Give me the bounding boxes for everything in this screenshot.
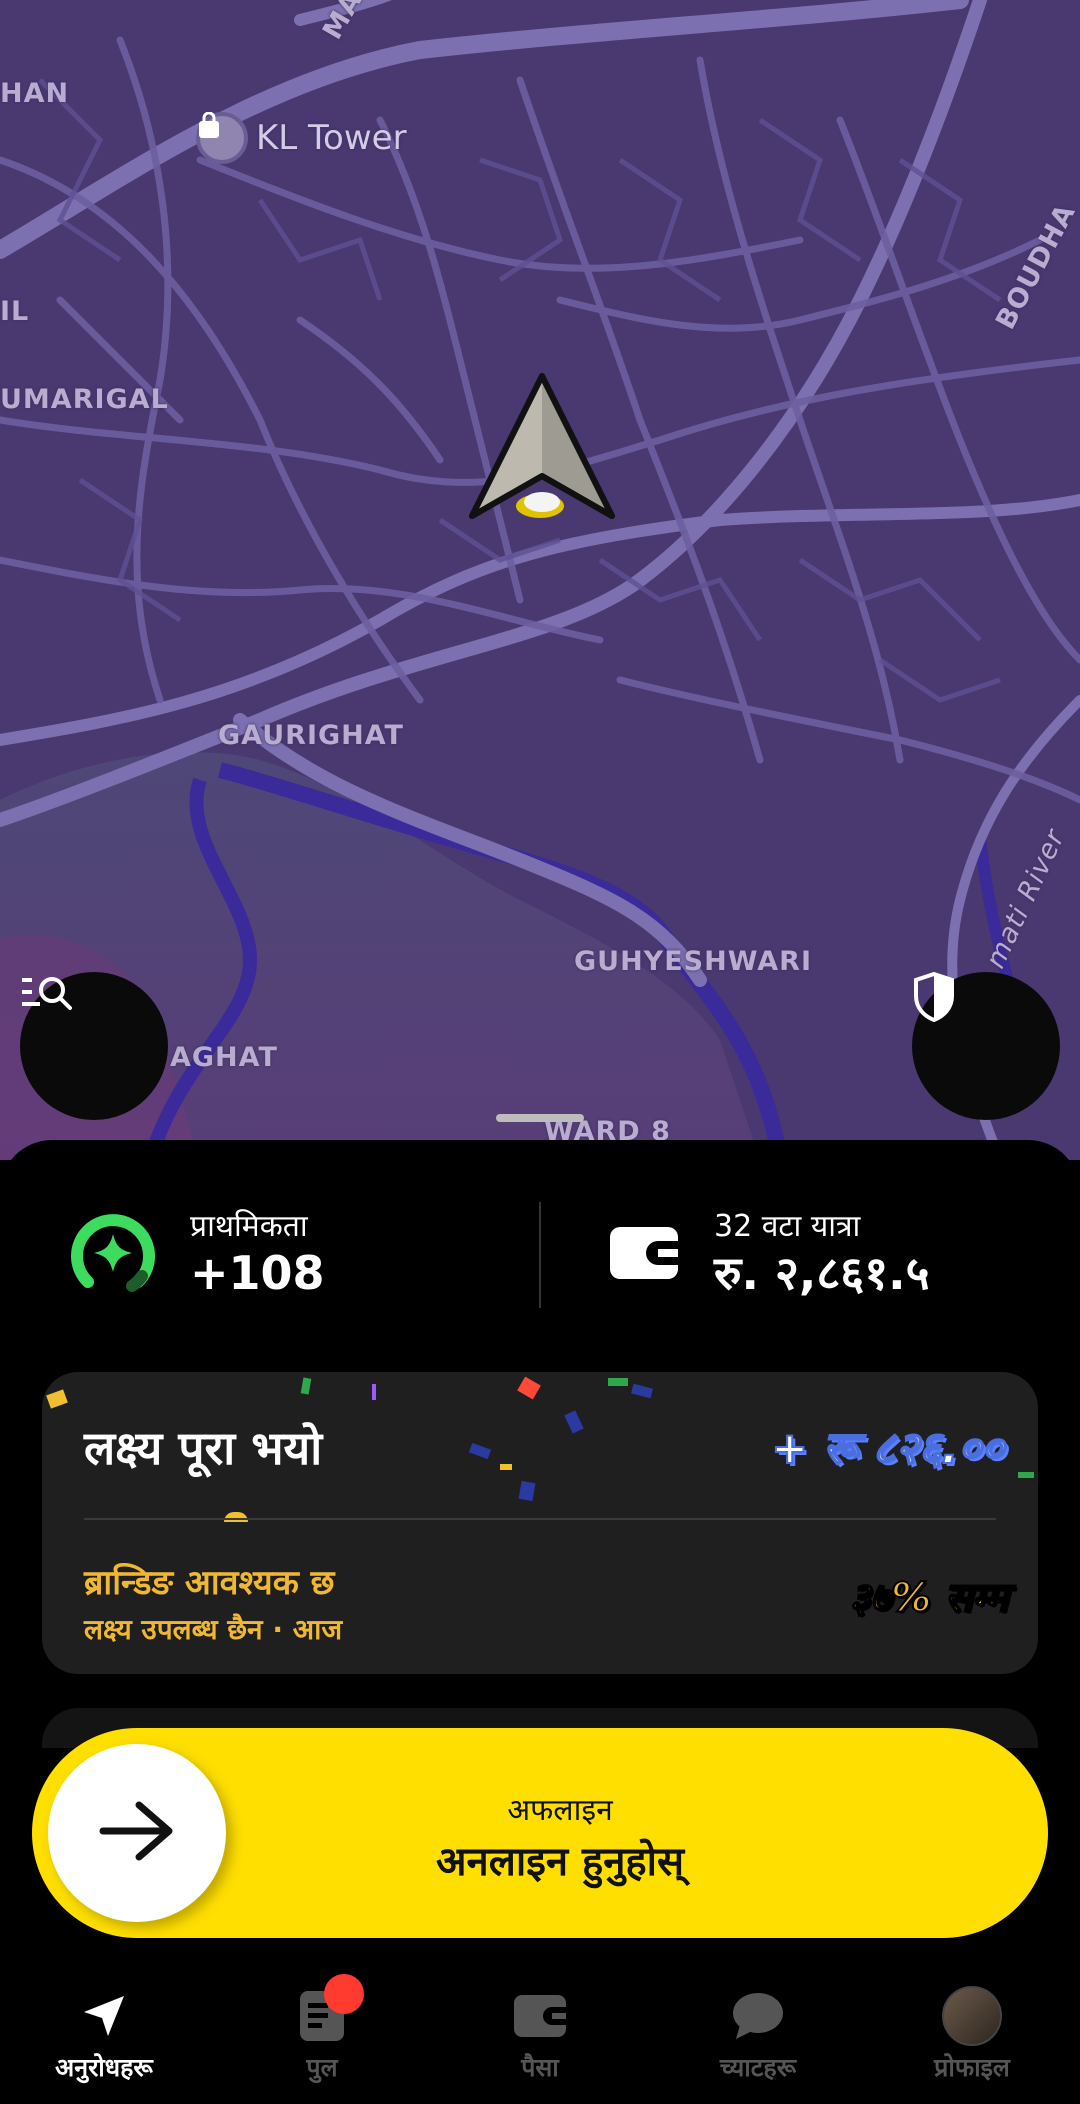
confetti	[631, 1383, 653, 1399]
priority-stat[interactable]: प्राथमिकता +108	[70, 1200, 325, 1310]
goal-card[interactable]: लक्ष्य पूरा भयो + रू ८२६.०० ब्रान्डिङ आव…	[42, 1372, 1038, 1674]
map-label-aghat: AGHAT	[170, 1042, 278, 1073]
chat-bubble-icon	[728, 1986, 788, 2046]
sheet-drag-handle[interactable]	[496, 1114, 584, 1122]
map-label-umarigal: UMARIGAL	[0, 384, 169, 415]
nav-label-profile: प्रोफाइल	[934, 2053, 1010, 2082]
trip-count: 32 वटा यात्रा	[714, 1209, 861, 1244]
shopping-bag-icon	[196, 112, 248, 164]
poi-label: KL Tower	[256, 118, 407, 158]
nav-item-requests[interactable]: अनुरोधहरू	[4, 1972, 204, 2104]
nav-label-chats: च्याटहरू	[719, 2053, 797, 2082]
confetti	[500, 1464, 512, 1470]
priority-value: +108	[190, 1246, 325, 1300]
current-location-marker	[462, 366, 622, 526]
confetti	[224, 1512, 248, 1522]
stats-divider	[539, 1202, 541, 1308]
nav-item-pool[interactable]: पुल	[222, 1972, 422, 2104]
navigation-arrow-icon	[74, 1986, 134, 2046]
avatar	[942, 1986, 1002, 2046]
branding-required-text: ब्रान्डिङ आवश्यक छ	[84, 1563, 335, 1603]
confetti	[608, 1378, 628, 1386]
pool-list-icon	[292, 1974, 364, 2046]
poi-kl-tower[interactable]: KL Tower	[196, 112, 407, 164]
confetti	[372, 1384, 376, 1400]
priority-gauge-icon	[70, 1210, 156, 1300]
safety-shield-button[interactable]	[912, 972, 1060, 1120]
branding-bonus-badge: ३७% सम्म	[848, 1574, 1009, 1622]
nav-item-money[interactable]: पैसा	[440, 1972, 640, 2104]
confetti	[564, 1410, 584, 1434]
goal-title: लक्ष्य पूरा भयो	[84, 1421, 323, 1475]
wallet-icon	[510, 1986, 570, 2046]
notification-dot	[324, 1974, 364, 2014]
confetti	[46, 1389, 68, 1409]
bottom-nav: अनुरोधहरू पुल पैसा च्याटहरू प्रोफाइल	[0, 1972, 1080, 2104]
go-online-slider[interactable]: अफलाइन अनलाइन हुनुहोस्	[32, 1728, 1048, 1938]
goal-unavailable-text: लक्ष्य उपलब्ध छैन · आज	[84, 1613, 343, 1646]
nav-label-requests: अनुरोधहरू	[55, 2053, 153, 2082]
confetti	[517, 1376, 541, 1400]
search-list-button[interactable]	[20, 972, 168, 1120]
nav-label-money: पैसा	[521, 2053, 559, 2082]
avatar-wrap	[942, 1986, 1002, 2046]
map-label-han: HAN	[0, 78, 70, 109]
earnings-stat[interactable]: 32 वटा यात्रा रु. २,८६१.५	[608, 1200, 930, 1310]
priority-caption: प्राथमिकता	[190, 1209, 308, 1244]
confetti	[468, 1442, 492, 1460]
map-label-gaurighat: GAURIGHAT	[218, 720, 404, 751]
confetti	[300, 1377, 312, 1395]
nav-item-chats[interactable]: च्याटहरू	[658, 1972, 858, 2104]
go-online-label: अनलाइन हुनुहोस्	[435, 1839, 685, 1885]
nav-item-profile[interactable]: प्रोफाइल	[872, 1972, 1072, 2104]
confetti	[1018, 1472, 1034, 1478]
map-view[interactable]: MA HAN IL UMARIGAL BOUDHA GAURIGHAT GUHY…	[0, 0, 1080, 1160]
nav-label-pool: पुल	[306, 2053, 338, 2082]
goal-divider	[84, 1518, 996, 1520]
wallet-icon	[608, 1225, 680, 1285]
map-label-guhyeshwari: GUHYESHWARI	[574, 946, 813, 977]
map-label-il: IL	[0, 296, 30, 327]
earnings-value: रु. २,८६१.५	[714, 1246, 930, 1300]
goal-bonus-amount: + रू ८२६.००	[770, 1422, 1005, 1475]
confetti	[518, 1480, 536, 1502]
offline-status: अफलाइन	[507, 1793, 613, 1828]
